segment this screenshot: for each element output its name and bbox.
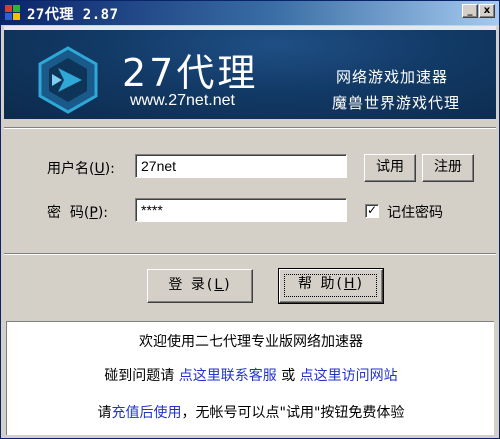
- info-panel: 欢迎使用二七代理专业版网络加速器 碰到问题请 点这里联系客服 或 点这里访问网站…: [6, 321, 494, 435]
- window-title: 27代理 2.87: [27, 7, 119, 23]
- recharge-line: 请充值后使用，无帐号可以点"试用"按钮免费体验: [97, 405, 405, 421]
- recharge-link[interactable]: 充值后使用: [112, 405, 182, 421]
- banner-tagline-proxy: 魔兽世界游戏代理: [332, 94, 461, 112]
- password-label: 密 码(P):: [47, 205, 109, 221]
- brand-logo-icon: [38, 46, 98, 114]
- banner-url: www.27net.net: [130, 92, 235, 109]
- app-window: 27代理 2.87 _ x 27代理 www.27net.net 网络游戏加速器…: [0, 0, 500, 439]
- welcome-text: 欢迎使用二七代理专业版网络加速器: [139, 334, 363, 350]
- register-button[interactable]: 注册: [422, 154, 474, 182]
- support-line: 碰到问题请 点这里联系客服 或 点这里访问网站: [104, 368, 398, 384]
- minimize-button[interactable]: _: [462, 4, 478, 18]
- username-input[interactable]: 27net: [135, 154, 347, 178]
- banner-top-strip: [4, 26, 496, 30]
- divider: [4, 253, 496, 255]
- password-input[interactable]: ****: [135, 198, 347, 222]
- banner-title: 27代理: [122, 51, 259, 95]
- brand-banner: 27代理 www.27net.net 网络游戏加速器 魔兽世界游戏代理: [4, 26, 496, 119]
- close-button[interactable]: x: [479, 4, 495, 18]
- login-button[interactable]: 登 录(L): [147, 269, 253, 303]
- remember-password-checkbox[interactable]: ✓: [365, 204, 379, 218]
- visit-website-link[interactable]: 点这里访问网站: [300, 368, 398, 384]
- username-label: 用户名(U):: [47, 161, 115, 177]
- banner-tagline-accelerator: 网络游戏加速器: [336, 68, 449, 86]
- trial-button[interactable]: 试用: [364, 154, 416, 182]
- contact-support-link[interactable]: 点这里联系客服: [179, 368, 277, 384]
- help-button[interactable]: 帮 助(H): [278, 268, 384, 304]
- app-logo-icon: [5, 5, 21, 21]
- remember-password-label[interactable]: 记住密码: [387, 202, 443, 222]
- title-bar[interactable]: 27代理 2.87 _ x: [1, 1, 499, 25]
- divider: [4, 127, 496, 129]
